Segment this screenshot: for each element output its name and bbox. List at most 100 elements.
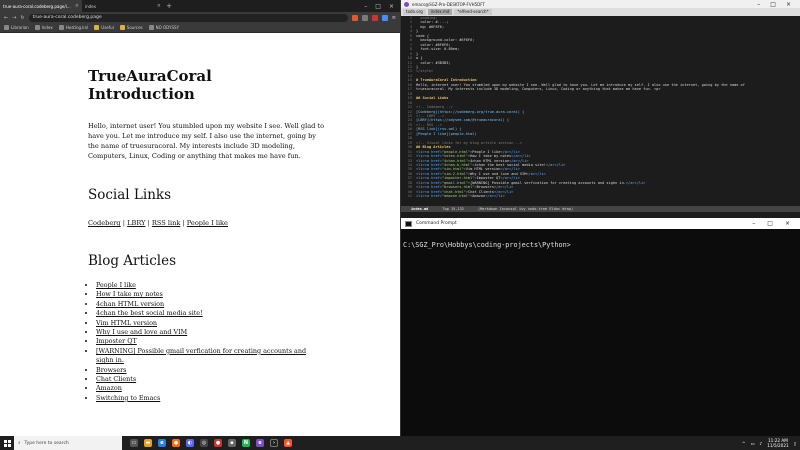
list-item: Switching to Emacs <box>96 394 312 403</box>
emacs-icon[interactable]: e <box>256 439 264 447</box>
article-link[interactable]: Chat Clients <box>96 375 136 383</box>
bookmark-item[interactable]: Index <box>34 25 53 30</box>
brave-icon[interactable]: ▲ <box>284 439 292 447</box>
cmd-icon[interactable]: › <box>270 439 278 447</box>
article-link[interactable]: Switching to Emacs <box>96 394 160 402</box>
link-people-i-like[interactable]: People I like <box>187 219 228 227</box>
article-link[interactable]: Imposter QT <box>96 337 137 345</box>
back-icon[interactable]: ← <box>4 15 8 21</box>
terminal-icon[interactable]: ▪ <box>228 439 236 447</box>
emacs-tab-active[interactable]: index.md <box>427 9 453 15</box>
bookmarks-bar: Librarian Index Hosting.knl Useful Sourc… <box>0 23 400 33</box>
article-link[interactable]: Amazon <box>96 384 122 392</box>
maximize-icon[interactable]: □ <box>375 3 381 10</box>
browser-tab-active[interactable]: true-aura-coral.codeberg.page/index.html… <box>0 0 82 12</box>
list-item: Why I use and love and VIM <box>96 328 312 337</box>
link-codeberg[interactable]: Codeberg <box>88 219 121 227</box>
system-tray: ^ ▭ ♪ 11:22 AM 11/5/2021 ▯ <box>742 438 800 448</box>
article-link[interactable]: Vim HTML version <box>96 319 157 327</box>
list-item: 4chan HTML version <box>96 300 312 309</box>
notepad-icon[interactable]: N <box>242 439 250 447</box>
list-item: Browsers <box>96 366 312 375</box>
windows-logo-icon <box>3 439 11 447</box>
cmd-prompt-line[interactable]: C:\SGZ_Pro\Hobbys\coding-projects\Python… <box>401 229 800 261</box>
new-tab-button[interactable]: + <box>164 2 174 10</box>
bookmark-item[interactable]: Librarian <box>4 25 29 30</box>
close-window-icon[interactable]: × <box>389 3 394 10</box>
list-item: People I like <box>96 281 312 290</box>
minimize-icon[interactable]: – <box>364 3 367 10</box>
clock[interactable]: 11:22 AM 11/5/2021 <box>767 438 788 448</box>
bookmark-icon <box>34 25 40 30</box>
browser-window: true-aura-coral.codeberg.page/index.html… <box>0 0 400 436</box>
emacs-tab[interactable]: todo.org <box>403 9 426 15</box>
tab-title: true-aura-coral.codeberg.page/index.html <box>3 3 73 9</box>
folder-icon <box>119 25 125 30</box>
discord-icon[interactable]: ◐ <box>186 439 194 447</box>
close-window-icon[interactable]: × <box>785 220 790 227</box>
tab-title: index <box>85 3 96 9</box>
close-tab-icon[interactable]: × <box>75 3 79 9</box>
firefox-icon[interactable]: ● <box>172 439 180 447</box>
bookmark-item[interactable]: NO ODYSSY <box>148 25 179 30</box>
article-link[interactable]: How I take my notes <box>96 290 163 298</box>
url-field[interactable]: true-aura-coral.codeberg.page <box>28 13 348 22</box>
article-link[interactable]: 4chan the best social media site! <box>96 309 203 317</box>
start-button[interactable] <box>0 436 14 450</box>
task-view-icon[interactable]: ▭ <box>130 439 138 447</box>
notification-icon[interactable]: ▯ <box>794 441 796 446</box>
bookmark-item[interactable]: Hosting.knl <box>58 25 88 30</box>
list-item: Chat Clients <box>96 375 312 384</box>
article-link[interactable]: [WARNING] Possible gmail verfication for… <box>96 347 306 364</box>
folder-icon <box>94 25 100 30</box>
extension-icon[interactable] <box>371 14 378 21</box>
window-controls: – □ × <box>757 1 797 8</box>
bookmark-icon <box>4 25 9 30</box>
close-window-icon[interactable]: × <box>786 1 791 8</box>
edge-icon[interactable]: e <box>158 439 166 447</box>
file-explorer-icon[interactable]: ▬ <box>144 439 152 447</box>
emacs-editor-buffer[interactable]: 1 padding: 2 color: #....; 3 bg: #6F6F6;… <box>401 16 800 199</box>
menu-icon[interactable]: ≡ <box>392 15 396 21</box>
maximize-icon[interactable]: □ <box>770 1 776 8</box>
chevron-up-icon[interactable]: ^ <box>742 441 746 446</box>
taskbar-search-box[interactable]: ⌕ Type here to search <box>14 436 122 450</box>
app-icon[interactable]: ● <box>214 439 222 447</box>
extension-icon[interactable] <box>361 14 368 21</box>
volume-icon[interactable]: ♪ <box>760 441 763 446</box>
article-link[interactable]: 4chan HTML version <box>96 300 164 308</box>
bookmark-icon <box>148 25 154 30</box>
modeline-modes: (Markdown Inconsol ivy undo-tree Eldoc W… <box>477 207 574 211</box>
bookmark-item[interactable]: Useful <box>94 25 114 30</box>
terminal-icon <box>405 220 412 227</box>
article-link[interactable]: People I like <box>96 281 136 289</box>
extension-icon[interactable] <box>381 14 388 21</box>
brave-shield-icon[interactable] <box>351 14 358 21</box>
link-lbry[interactable]: LBRY <box>127 219 145 227</box>
forward-icon[interactable]: → <box>12 15 16 21</box>
window-controls: – □ × <box>364 3 400 10</box>
maximize-icon[interactable]: □ <box>767 220 773 227</box>
taskbar-apps: ▭ ▬ e ● ◐ ◎ ● ▪ N e › ▲ <box>122 439 292 447</box>
command-prompt-window: Command Prompt – □ × C:\SGZ_Pro\Hobbys\c… <box>400 218 800 436</box>
minimize-icon[interactable]: – <box>752 220 755 227</box>
minimize-icon[interactable]: – <box>757 1 760 8</box>
reload-icon[interactable]: ↻ <box>20 15 24 21</box>
blog-articles-heading: Blog Articles <box>88 253 177 269</box>
search-placeholder: Type here to search <box>24 440 69 446</box>
bookmark-item[interactable]: Sources <box>119 25 143 30</box>
close-tab-icon[interactable]: × <box>157 3 161 9</box>
network-icon[interactable]: ▭ <box>751 441 755 446</box>
window-controls: – □ × <box>752 220 796 227</box>
link-rss[interactable]: RSS link <box>152 219 180 227</box>
web-page-content: TrueAuraCoral Introduction Hello, intern… <box>0 33 400 436</box>
browser-tab-index[interactable]: index × <box>82 0 164 12</box>
intro-paragraph: Hello, internet user! You stumbled upon … <box>88 122 325 160</box>
article-link[interactable]: Browsers <box>96 366 126 374</box>
cmd-title: Command Prompt <box>416 221 457 226</box>
page-title: TrueAuraCoral Introduction <box>88 67 212 103</box>
emacs-window: emacs@SGZ-Pro-DESKTOP-FVH5DFT – □ × todo… <box>400 0 800 218</box>
article-link[interactable]: Why I use and love and VIM <box>96 328 187 336</box>
app-icon[interactable]: ◎ <box>200 439 208 447</box>
emacs-tab[interactable]: *elfeed-search* <box>454 9 492 15</box>
